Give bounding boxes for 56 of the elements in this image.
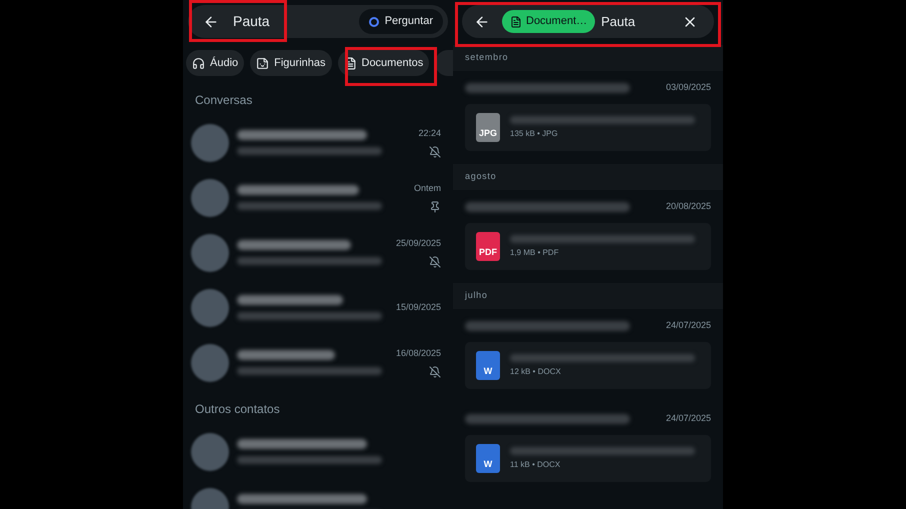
headphones-icon bbox=[192, 56, 205, 70]
message-result[interactable]: 03/09/2025 JPG 135 kB • JPG bbox=[453, 71, 723, 164]
month-header: julho bbox=[453, 283, 723, 309]
chat-row[interactable]: 25/09/2025 bbox=[183, 225, 453, 280]
section-title: Outros contatos bbox=[194, 401, 281, 418]
chat-row[interactable]: Ontem bbox=[183, 170, 453, 225]
chat-time: 16/08/2025 bbox=[396, 347, 441, 360]
avatar bbox=[191, 178, 229, 216]
message-result[interactable]: 20/08/2025 PDF 1,9 MB • PDF bbox=[453, 190, 723, 283]
search-value: Pauta bbox=[233, 12, 270, 31]
chat-time: 25/09/2025 bbox=[396, 237, 441, 250]
search-bar[interactable]: Pauta Perguntar bbox=[188, 5, 448, 38]
file-icon: PDF bbox=[476, 232, 500, 261]
ring-icon bbox=[368, 16, 379, 26]
section-title: Conversas bbox=[194, 92, 254, 109]
avatar bbox=[191, 432, 229, 470]
filter-chip[interactable]: Document… bbox=[502, 10, 596, 33]
back-icon[interactable] bbox=[203, 14, 219, 30]
search-bar[interactable]: Document… Pauta bbox=[462, 5, 714, 38]
avatar bbox=[191, 124, 229, 162]
chat-time: Ontem bbox=[414, 182, 441, 196]
avatar bbox=[191, 234, 229, 272]
message-date: 24/07/2025 bbox=[666, 319, 711, 332]
filter-chip[interactable]: Áudio bbox=[186, 50, 244, 76]
file-meta: 12 kB • DOCX bbox=[510, 366, 562, 378]
message-date: 24/07/2025 bbox=[666, 412, 711, 426]
file-icon: W bbox=[476, 351, 500, 380]
avatar bbox=[191, 344, 229, 382]
filter-chip[interactable]: Figurinhas bbox=[250, 50, 332, 76]
chat-time: 15/09/2025 bbox=[396, 300, 441, 314]
message-result[interactable]: 24/07/2025 W 12 kB • DOCX bbox=[453, 309, 723, 402]
document-card[interactable]: W 12 kB • DOCX bbox=[465, 342, 711, 389]
file-icon: W bbox=[476, 444, 500, 473]
month-header: agosto bbox=[453, 164, 723, 190]
document-card[interactable]: W 11 kB • DOCX bbox=[465, 435, 711, 482]
search-value: Pauta bbox=[601, 12, 636, 31]
avatar bbox=[191, 288, 229, 326]
filter-chip[interactable]: Documentos bbox=[338, 50, 430, 76]
chat-row[interactable]: 15/09/2025 bbox=[183, 280, 453, 335]
chat-row[interactable]: 22:24 bbox=[183, 115, 453, 170]
chat-row[interactable]: 16/08/2025 bbox=[183, 335, 453, 390]
file-icon: JPG bbox=[476, 113, 500, 142]
file-meta: 1,9 MB • PDF bbox=[510, 246, 560, 258]
file-meta: 11 kB • DOCX bbox=[510, 458, 562, 470]
document-icon bbox=[510, 16, 522, 28]
sticker-icon bbox=[256, 56, 270, 70]
document-card[interactable]: JPG 135 kB • JPG bbox=[465, 104, 711, 151]
chat-time: 22:24 bbox=[418, 127, 441, 140]
back-icon[interactable] bbox=[474, 14, 490, 30]
message-date: 03/09/2025 bbox=[666, 81, 711, 94]
file-meta: 135 kB • JPG bbox=[510, 128, 559, 140]
document-card[interactable]: PDF 1,9 MB • PDF bbox=[465, 223, 711, 270]
ask-button[interactable]: Perguntar bbox=[358, 9, 443, 34]
message-result[interactable]: 24/07/2025 W 11 kB • DOCX bbox=[453, 402, 723, 495]
message-date: 20/08/2025 bbox=[666, 200, 711, 214]
month-header: setembro bbox=[453, 45, 723, 71]
